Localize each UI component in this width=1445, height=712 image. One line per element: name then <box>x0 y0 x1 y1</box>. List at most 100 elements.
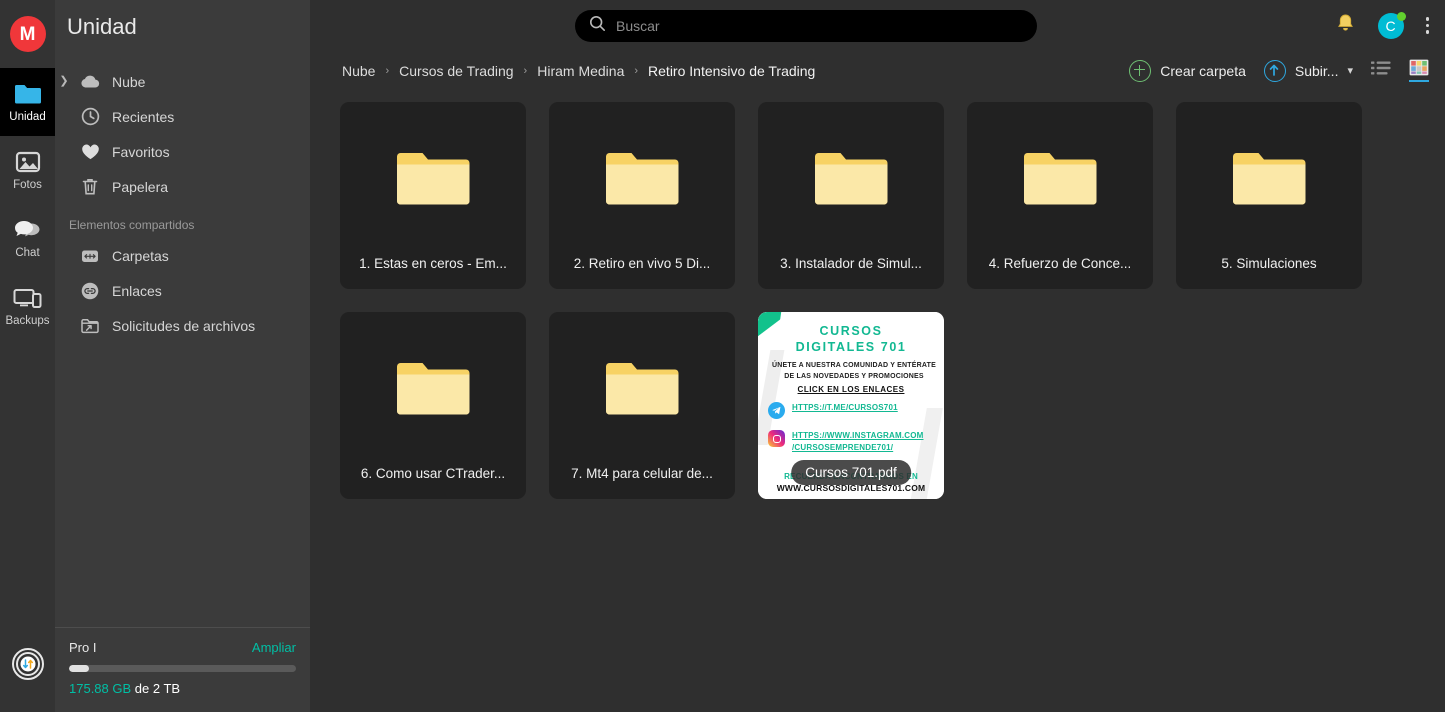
avatar-letter: C <box>1385 17 1396 34</box>
avatar[interactable]: C <box>1377 11 1406 39</box>
online-status-dot <box>1396 11 1406 21</box>
transfers-button[interactable] <box>0 647 55 686</box>
pdf-instagram-link: HTTPS://WWW.INSTAGRAM.COM /CURSOSEMPREND… <box>792 430 924 454</box>
storage-panel: Pro I Ampliar 175.88 GB de 2 TB <box>55 627 310 712</box>
sidebar-item-enlaces[interactable]: Enlaces <box>55 273 310 308</box>
sidebar-item-carpetas[interactable]: Carpetas <box>55 238 310 273</box>
heart-icon <box>79 141 101 163</box>
folder-icon <box>1176 102 1362 256</box>
main-content: C Nube › Cursos de Trading › Hiram Medin… <box>310 0 1445 712</box>
folder-card[interactable]: 6. Como usar CTrader... <box>340 312 526 499</box>
sidebar-label-recientes: Recientes <box>112 108 175 125</box>
sidebar-label-enlaces: Enlaces <box>112 282 162 299</box>
kebab-menu-icon[interactable] <box>1425 17 1429 34</box>
folder-card[interactable]: 5. Simulaciones <box>1176 102 1362 289</box>
shared-folders-icon <box>79 245 101 267</box>
list-view-icon[interactable] <box>1371 60 1391 81</box>
sidebar-section-shared: Elementos compartidos <box>69 218 195 232</box>
grid-view-icon[interactable] <box>1409 59 1429 82</box>
breadcrumb: Nube › Cursos de Trading › Hiram Medina … <box>342 63 815 79</box>
pdf-telegram-link: HTTPS://T.ME/CURSOS701 <box>792 403 898 412</box>
trash-icon <box>79 176 101 198</box>
sidebar-item-solicitudes[interactable]: Solicitudes de archivos <box>55 308 310 343</box>
pdf-title-line1: CURSOS <box>819 324 883 338</box>
folder-icon <box>758 102 944 256</box>
pdf-title-line2: DIGITALES 701 <box>795 340 907 354</box>
mega-logo[interactable]: M <box>9 0 46 68</box>
file-name: 3. Instalador de Simul... <box>780 256 922 271</box>
file-request-icon <box>79 315 101 337</box>
rail-item-backups[interactable]: Backups <box>0 272 55 340</box>
file-name: 7. Mt4 para celular de... <box>571 466 713 481</box>
upload-button[interactable]: Subir... ▾ <box>1263 59 1353 82</box>
sidebar-label-favoritos: Favoritos <box>112 143 170 160</box>
pdf-subtitle: ÚNETE A NUESTRA COMUNIDAD Y ENTÉRATE DE … <box>764 360 944 382</box>
search-icon <box>589 15 606 37</box>
storage-plan-label: Pro I <box>69 640 97 655</box>
chevron-down-icon[interactable]: ▾ <box>1347 64 1353 77</box>
folder-card[interactable]: 4. Refuerzo de Conce... <box>967 102 1153 289</box>
pdf-instagram-link-line2: /CURSOSEMPRENDE701/ <box>792 443 894 452</box>
bell-icon[interactable] <box>1335 12 1356 39</box>
pdf-file-card[interactable]: CURSOS DIGITALES 701 ÚNETE A NUESTRA COM… <box>758 312 944 499</box>
folder-icon <box>340 312 526 466</box>
storage-quota-text: 175.88 GB de 2 TB <box>69 681 296 696</box>
file-name: 1. Estas en ceros - Em... <box>359 256 507 271</box>
sidebar-label-carpetas: Carpetas <box>112 247 169 264</box>
search-bar[interactable] <box>575 10 1037 42</box>
folder-card[interactable]: 2. Retiro en vivo 5 Di... <box>549 102 735 289</box>
file-name: 4. Refuerzo de Conce... <box>988 256 1132 271</box>
sidebar-item-nube[interactable]: ❯ Nube <box>55 64 310 99</box>
breadcrumb-item-0[interactable]: Nube <box>342 63 375 79</box>
rail-label-unidad: Unidad <box>9 111 46 124</box>
create-folder-label: Crear carpeta <box>1160 62 1246 79</box>
rail-label-fotos: Fotos <box>13 179 42 192</box>
breadcrumb-separator: › <box>523 64 528 77</box>
file-grid-row: 6. Como usar CTrader... 7. Mt4 para celu… <box>340 312 1445 499</box>
instagram-icon <box>768 430 785 447</box>
pdf-subtitle-line2: DE LAS NOVEDADES Y PROMOCIONES <box>784 373 924 380</box>
breadcrumb-item-2[interactable]: Hiram Medina <box>537 63 624 79</box>
file-name: Cursos 701.pdf <box>791 460 911 485</box>
rail-label-backups: Backups <box>5 315 50 328</box>
rail-item-chat[interactable]: Chat <box>0 204 55 272</box>
pdf-title: CURSOS DIGITALES 701 <box>758 323 944 355</box>
file-grid-row: 1. Estas en ceros - Em... 2. Retiro en v… <box>340 102 1445 289</box>
folder-card[interactable]: 7. Mt4 para celular de... <box>549 312 735 499</box>
sidebar-nav: ❯ Nube Recientes Favoritos Papelera <box>55 56 310 204</box>
breadcrumb-separator: › <box>634 64 639 77</box>
link-icon <box>79 280 101 302</box>
rail-item-unidad[interactable]: Unidad <box>0 68 55 136</box>
file-grid: 1. Estas en ceros - Em... 2. Retiro en v… <box>310 90 1445 712</box>
folder-icon <box>340 102 526 256</box>
mega-logo-letter: M <box>9 16 46 52</box>
chevron-right-icon[interactable]: ❯ <box>55 76 73 87</box>
folder-card[interactable]: 3. Instalador de Simul... <box>758 102 944 289</box>
chat-icon <box>13 216 43 244</box>
file-name: 5. Simulaciones <box>1221 256 1317 271</box>
plus-circle-icon <box>1129 59 1152 82</box>
sidebar-label-solicitudes: Solicitudes de archivos <box>112 317 256 334</box>
breadcrumb-bar: Nube › Cursos de Trading › Hiram Medina … <box>310 51 1445 90</box>
upgrade-link[interactable]: Ampliar <box>252 640 296 655</box>
create-folder-button[interactable]: Crear carpeta <box>1129 59 1246 82</box>
breadcrumb-item-3[interactable]: Retiro Intensivo de Trading <box>648 63 815 79</box>
pdf-instagram-link-line1: HTTPS://WWW.INSTAGRAM.COM <box>792 431 924 440</box>
photos-icon <box>13 148 43 176</box>
sidebar-label-nube: Nube <box>112 73 146 90</box>
folder-icon <box>549 102 735 256</box>
sidebar-item-recientes[interactable]: Recientes <box>55 99 310 134</box>
sidebar-item-papelera[interactable]: Papelera <box>55 169 310 204</box>
sidebar-title: Unidad <box>67 14 137 39</box>
storage-total: de 2 TB <box>131 681 181 696</box>
sidebar-item-favoritos[interactable]: Favoritos <box>55 134 310 169</box>
pdf-subtitle-line1: ÚNETE A NUESTRA COMUNIDAD Y ENTÉRATE <box>772 362 936 369</box>
upload-label: Subir... <box>1294 62 1339 79</box>
breadcrumb-item-1[interactable]: Cursos de Trading <box>399 63 513 79</box>
rail-item-fotos[interactable]: Fotos <box>0 136 55 204</box>
cloud-icon <box>79 71 101 93</box>
search-input[interactable] <box>616 18 996 34</box>
upload-circle-icon <box>1263 59 1286 82</box>
pdf-instagram-row: HTTPS://WWW.INSTAGRAM.COM /CURSOSEMPREND… <box>768 430 924 454</box>
folder-card[interactable]: 1. Estas en ceros - Em... <box>340 102 526 289</box>
